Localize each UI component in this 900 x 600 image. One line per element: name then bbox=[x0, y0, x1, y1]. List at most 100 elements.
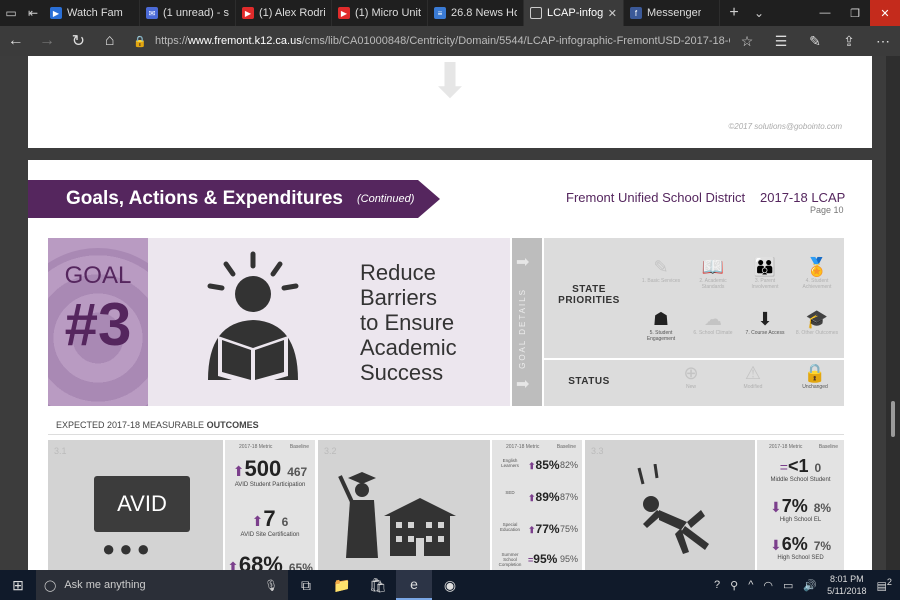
metric-middle-school: =<1 0 Middle School Student bbox=[757, 456, 844, 483]
metric-row-sed: SED ⬆89% 87% bbox=[492, 486, 582, 510]
close-window-icon[interactable]: ✕ bbox=[870, 0, 900, 26]
outcome-panel-3: 3.3 bbox=[585, 440, 755, 570]
tab-news[interactable]: ≡ 26.8 News Hom bbox=[428, 0, 524, 26]
baseline-value: 0 bbox=[814, 461, 822, 475]
task-view-icon[interactable]: ⧉ bbox=[288, 577, 324, 594]
back-icon[interactable]: ← bbox=[0, 32, 31, 50]
tab-preview-icon[interactable]: ▭ bbox=[0, 0, 22, 26]
help-icon[interactable]: ? bbox=[714, 579, 720, 591]
metric-avid-participation: ⬆500 467 AVID Student Participation bbox=[225, 456, 315, 488]
url-host: www.fremont.k12.ca.us bbox=[187, 35, 302, 47]
metric-value: 95% bbox=[533, 552, 558, 566]
notification-count: 2 bbox=[886, 577, 892, 588]
student-reading-icon: ☗ bbox=[652, 309, 670, 329]
status-unchanged: 🔒 Unchanged bbox=[792, 362, 838, 390]
outcome-panel-1: 3.1 AVID ●●● bbox=[48, 440, 223, 570]
priority-other-outcomes: 🎓 8. Other Outcomes bbox=[794, 308, 840, 336]
lock-icon: 🔒 bbox=[803, 363, 827, 383]
set-aside-tabs-icon[interactable]: ⇤ bbox=[22, 0, 44, 26]
metric-label: High School EL bbox=[779, 517, 822, 523]
pencil-icon: ✎ bbox=[653, 257, 669, 277]
cortana-search-box[interactable]: ◯ Ask me anything 🎙 bbox=[36, 570, 288, 600]
chevron-up-icon[interactable]: ^ bbox=[748, 579, 753, 591]
close-tab-icon[interactable]: ✕ bbox=[608, 7, 617, 20]
forward-icon[interactable]: → bbox=[31, 32, 62, 50]
avid-logo: AVID bbox=[94, 476, 190, 532]
favorite-star-icon[interactable]: ☆ bbox=[730, 33, 764, 50]
baseline-header: Baseline bbox=[289, 444, 309, 450]
new-tab-icon[interactable]: + bbox=[720, 0, 748, 26]
district-name: Fremont Unified School District bbox=[566, 190, 746, 205]
metric-value: <1 bbox=[787, 456, 809, 476]
metric-partial: ⬆68% 65% bbox=[225, 552, 315, 570]
status-label: STATUS bbox=[568, 376, 610, 387]
arrow-up-icon: ⬆ bbox=[528, 493, 536, 503]
search-placeholder: Ask me anything bbox=[64, 579, 146, 591]
tab-mail[interactable]: ✉ (1 unread) - ssri bbox=[140, 0, 236, 26]
app-icon[interactable]: ◉ bbox=[432, 577, 468, 594]
microphone-icon[interactable]: 🎙 bbox=[264, 579, 278, 592]
edge-browser-icon[interactable]: e bbox=[396, 570, 432, 600]
metric-header: 2017-18 Metric bbox=[506, 444, 540, 450]
tab-label: (1 unread) - ssri bbox=[163, 7, 229, 19]
arrow-down-icon: ⬇ bbox=[769, 499, 782, 515]
metric-row-label: Summer School Completion bbox=[498, 552, 522, 567]
restore-icon[interactable]: ❐ bbox=[840, 0, 870, 26]
priority-label: 2. Academic Standards bbox=[699, 278, 727, 290]
baseline-value: 6 bbox=[281, 515, 289, 529]
battery-icon[interactable]: ▭ bbox=[783, 579, 793, 592]
news-icon: ≡ bbox=[434, 7, 446, 19]
metric-row-label: English Learners bbox=[501, 458, 519, 468]
goal-details-label: GOAL DETAILS bbox=[518, 288, 527, 369]
priority-label: 1. Basic Services bbox=[641, 278, 681, 284]
share-icon[interactable]: ⇪ bbox=[832, 33, 866, 50]
action-center-icon[interactable]: ▤2 bbox=[877, 577, 893, 593]
priority-label: 7. Course Access bbox=[745, 330, 785, 336]
volume-icon[interactable]: 🔊 bbox=[803, 579, 817, 592]
tab-lcap[interactable]: LCAP-infogr ✕ bbox=[524, 0, 624, 26]
baseline-value: 87% bbox=[559, 492, 578, 502]
file-explorer-icon[interactable]: 📁 bbox=[324, 577, 360, 594]
panel-number: 3.2 bbox=[324, 446, 337, 456]
priority-basic-services: ✎ 1. Basic Services bbox=[638, 256, 684, 284]
youtube-icon: ▶ bbox=[338, 7, 350, 19]
status-item-label: New bbox=[685, 384, 696, 390]
favorites-hub-icon[interactable]: ☰ bbox=[764, 33, 798, 50]
refresh-icon[interactable]: ↻ bbox=[63, 31, 94, 51]
store-icon[interactable]: 🛍 bbox=[360, 577, 396, 594]
address-input[interactable]: 🔒 https://www.fremont.k12.ca.us/cms/lib/… bbox=[133, 35, 730, 48]
clock-time: 8:01 PM bbox=[830, 574, 864, 584]
plus-circle-icon: ⊕ bbox=[683, 363, 699, 383]
tab-youtube-2[interactable]: ▶ (1) Micro Unit 3 bbox=[332, 0, 428, 26]
windows-taskbar: ⊞ ◯ Ask me anything 🎙 ⧉ 📁 🛍 e ◉ ? ⚲ ^ ◠ … bbox=[0, 570, 900, 600]
mail-icon: ✉ bbox=[146, 7, 158, 19]
people-icon[interactable]: ⚲ bbox=[730, 579, 738, 592]
metric-row-summer: Summer School Completion =95% 95% bbox=[492, 548, 582, 570]
more-icon[interactable]: ⋯ bbox=[866, 33, 900, 50]
status-panel: STATUS ⊕ New ⚠ Modified 🔒 Unchanged bbox=[544, 360, 844, 406]
page-icon bbox=[530, 7, 542, 19]
tab-messenger[interactable]: f Messenger bbox=[624, 0, 720, 26]
lcap-title: 2017-18 LCAP bbox=[760, 190, 846, 205]
windows-start-icon[interactable]: ⊞ bbox=[0, 577, 36, 594]
tab-label: Watch Fam bbox=[67, 7, 123, 19]
cortana-icon: ◯ bbox=[44, 579, 57, 592]
tab-youtube-1[interactable]: ▶ (1) Alex Rodrigu bbox=[236, 0, 332, 26]
pen-icon[interactable]: ✎ bbox=[798, 33, 832, 50]
minimize-icon[interactable]: — bbox=[810, 0, 840, 26]
status-item-label: Unchanged bbox=[802, 384, 828, 390]
vertical-scrollbar[interactable] bbox=[886, 56, 900, 570]
banner-continued: (Continued) bbox=[356, 193, 415, 205]
tab-watch[interactable]: ▶ Watch Fam bbox=[44, 0, 140, 26]
scrollbar-thumb[interactable] bbox=[891, 401, 895, 437]
chevron-down-icon[interactable]: ⌄ bbox=[748, 0, 770, 26]
clock[interactable]: 8:01 PM 5/11/2018 bbox=[827, 573, 866, 597]
baseline-value: 467 bbox=[287, 465, 308, 479]
metric-value: 7 bbox=[263, 506, 276, 531]
baseline-value: 65% bbox=[288, 561, 313, 570]
arrow-up-icon: ⬆ bbox=[251, 513, 264, 529]
home-icon[interactable]: ⌂ bbox=[94, 32, 125, 50]
down-arrow-icon: ⬇ bbox=[429, 56, 471, 108]
page-viewport[interactable]: ⬇ ©2017 solutions@gobointo.com Goals, Ac… bbox=[0, 56, 900, 570]
wifi-icon[interactable]: ◠ bbox=[763, 579, 773, 592]
